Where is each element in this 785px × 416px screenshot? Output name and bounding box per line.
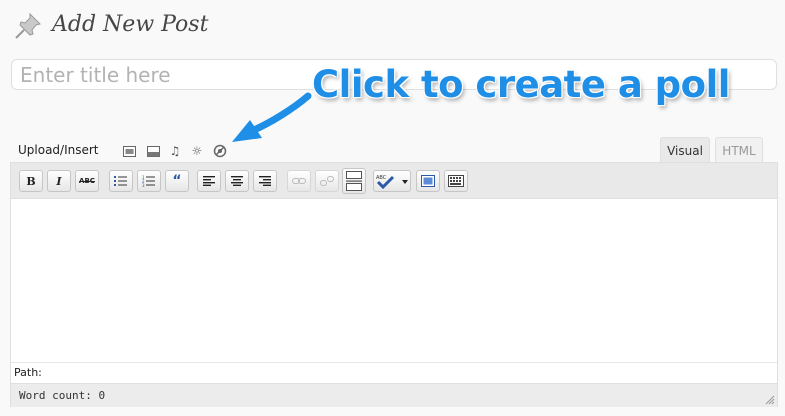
insert-link-button[interactable] [287, 170, 311, 192]
blockquote-button[interactable]: “ [165, 170, 189, 192]
spellcheck-icon: ABC [376, 175, 408, 189]
pushpin-icon [15, 12, 41, 39]
align-right-icon [259, 176, 271, 186]
editor-path-bar: Path: [11, 362, 777, 383]
upload-insert-label: Upload/Insert [18, 143, 99, 157]
tab-visual[interactable]: Visual [660, 137, 710, 163]
resize-grip-icon[interactable] [765, 395, 775, 405]
align-left-icon [203, 176, 215, 186]
ordered-list-button[interactable]: 123 [137, 170, 161, 192]
page-title: Add New Post [52, 12, 209, 37]
editor-toolbar: B I ABC 123 “ ABC [11, 163, 777, 199]
editor-content-area[interactable] [11, 199, 777, 361]
fullscreen-icon [421, 175, 435, 187]
italic-button[interactable]: I [47, 170, 71, 192]
unlink-icon [320, 176, 334, 186]
post-editor: B I ABC 123 “ ABC Path: Word count: 0 [10, 162, 778, 407]
align-center-button[interactable] [225, 170, 249, 192]
create-poll-icon[interactable] [213, 144, 227, 158]
align-center-icon [231, 176, 243, 186]
add-image-icon[interactable] [122, 144, 136, 158]
more-tag-icon [346, 171, 362, 191]
align-right-button[interactable] [253, 170, 277, 192]
tab-html[interactable]: HTML [715, 137, 763, 163]
insert-more-button[interactable] [342, 168, 366, 194]
bold-button[interactable]: B [19, 170, 43, 192]
blockquote-icon: “ [172, 173, 182, 189]
fullscreen-button[interactable] [416, 170, 440, 192]
svg-text:3: 3 [142, 183, 145, 187]
add-video-icon[interactable] [146, 144, 160, 158]
editor-status-bar: Word count: 0 [11, 383, 777, 407]
kitchen-sink-icon [448, 175, 464, 187]
spellcheck-button[interactable]: ABC [373, 170, 411, 192]
svg-text:ABC: ABC [376, 175, 387, 181]
unlink-button[interactable] [315, 170, 339, 192]
add-media-icon[interactable]: ☼ [190, 144, 204, 158]
annotation-arrow-icon [232, 92, 312, 142]
word-count: Word count: 0 [19, 389, 106, 402]
unordered-list-icon [114, 176, 127, 186]
align-left-button[interactable] [197, 170, 221, 192]
path-label: Path: [14, 366, 42, 379]
strikethrough-button[interactable]: ABC [75, 170, 99, 192]
add-audio-icon[interactable]: ♫ [168, 144, 182, 158]
kitchen-sink-button[interactable] [444, 170, 468, 192]
ordered-list-icon: 123 [142, 175, 155, 187]
link-icon [292, 178, 306, 184]
unordered-list-button[interactable] [109, 170, 133, 192]
annotation-callout: Click to create a poll [312, 63, 730, 106]
